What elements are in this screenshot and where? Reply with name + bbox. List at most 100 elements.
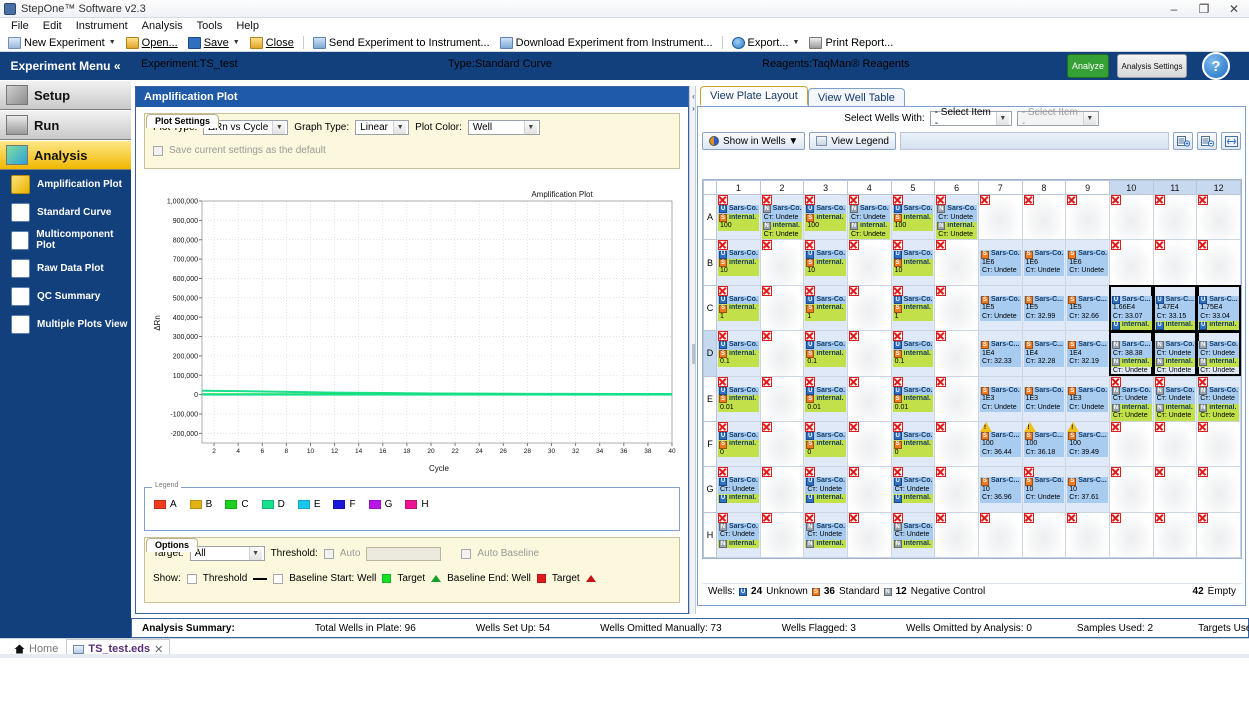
amplification-chart[interactable]: Amplification Plot -200,000-100,0000100,… <box>144 183 680 481</box>
sidebar-section-analysis[interactable]: Analysis <box>0 140 131 170</box>
plate-well[interactable]: !SSars-C...100Cт: 36.44 <box>978 421 1022 466</box>
plate-well[interactable] <box>1197 467 1241 512</box>
close-icon[interactable]: ✕ <box>1219 0 1249 18</box>
plate-well[interactable] <box>935 421 979 466</box>
send-experiment-button[interactable]: Send Experiment to Instrument... <box>309 36 494 50</box>
plate-well[interactable]: USars-Co.Sinternal.0.1 <box>717 331 761 376</box>
plate-well[interactable]: USars-Co.Sinternal.0.01 <box>804 376 848 421</box>
download-experiment-button[interactable]: Download Experiment from Instrument... <box>496 36 717 50</box>
plate-well[interactable] <box>1153 421 1197 466</box>
plot-settings-tab[interactable]: Plot Settings <box>146 113 219 127</box>
select-wells-dropdown-1[interactable]: - Select Item - ▼ <box>930 111 1012 126</box>
plate-row-header[interactable]: F <box>704 421 717 466</box>
plate-well[interactable]: NSars-Co.Cт: UndeteNinternal. <box>717 512 761 557</box>
plate-column-header[interactable]: 10 <box>1109 181 1153 195</box>
plate-well[interactable]: SSars-Co.1E3Cт: Undete <box>978 376 1022 421</box>
print-report-button[interactable]: Print Report... <box>805 36 897 50</box>
plate-well[interactable] <box>847 467 891 512</box>
plate-well[interactable] <box>1109 467 1153 512</box>
plate-well[interactable]: USars-Co.Sinternal.100 <box>891 195 935 240</box>
plate-well[interactable]: SSars-Co.1E3Cт: Undete <box>1022 376 1066 421</box>
export-button[interactable]: Export... ▼ <box>728 36 804 50</box>
sidebar-section-run[interactable]: Run <box>0 110 131 140</box>
plate-well[interactable] <box>1197 195 1241 240</box>
plate-well[interactable]: NSars-Co.Cт: UndeteNinternal. <box>804 512 848 557</box>
plate-well[interactable]: USars-Co.Sinternal.0 <box>891 421 935 466</box>
target-select[interactable]: All ▼ <box>190 546 265 561</box>
plate-well[interactable] <box>935 467 979 512</box>
baseline-start-checkbox[interactable] <box>273 574 283 584</box>
tab-view-plate-layout[interactable]: View Plate Layout <box>700 86 808 106</box>
plate-well[interactable] <box>935 285 979 330</box>
plate-well[interactable] <box>935 240 979 285</box>
plate-well[interactable] <box>1066 512 1110 557</box>
plate-well[interactable] <box>1022 512 1066 557</box>
plate-well[interactable] <box>1153 195 1197 240</box>
sidebar-item-amplification-plot[interactable]: Amplification Plot <box>0 170 131 198</box>
plate-well[interactable]: USars-Co.Sinternal.10 <box>804 240 848 285</box>
sidebar-item-standard-curve[interactable]: Standard Curve <box>0 198 131 226</box>
menu-tools[interactable]: Tools <box>190 19 230 33</box>
sidebar-item-qc-summary[interactable]: QC Summary <box>0 282 131 310</box>
plate-well[interactable]: SSars-C...1E5Cт: 32.99 <box>1022 285 1066 330</box>
plate-well[interactable]: USars-Co.Sinternal.0.1 <box>891 331 935 376</box>
plate-well[interactable] <box>1153 240 1197 285</box>
plate-well[interactable] <box>847 512 891 557</box>
plate-well[interactable]: USars-Co.Sinternal.1 <box>804 285 848 330</box>
plate-well[interactable]: USars-Co.Sinternal.0.01 <box>717 376 761 421</box>
plate-well[interactable]: SSars-C...10Cт: 37.61 <box>1066 467 1110 512</box>
save-button[interactable]: Save ▼ <box>184 36 244 50</box>
plate-column-header[interactable]: 6 <box>935 181 979 195</box>
plate-well[interactable] <box>847 331 891 376</box>
help-icon[interactable]: ? <box>1202 52 1230 80</box>
graph-type-select[interactable]: Linear ▼ <box>355 120 409 135</box>
experiment-menu-title[interactable]: Experiment Menu « <box>0 52 131 80</box>
plate-well[interactable] <box>847 376 891 421</box>
plot-color-select[interactable]: Well ▼ <box>468 120 540 135</box>
plate-well[interactable]: NSars-Co.Cт: UndeteNinternal.Cт: Undete <box>847 195 891 240</box>
plate-well[interactable]: NSars-Co.Cт: UndeteNinternal.Cт: Undete <box>1109 376 1153 421</box>
plate-well[interactable]: SSars-Co.10Cт: Undete <box>1022 467 1066 512</box>
menu-instrument[interactable]: Instrument <box>69 19 135 33</box>
threshold-input[interactable] <box>366 547 441 561</box>
plate-well[interactable] <box>1153 467 1197 512</box>
plate-well[interactable]: SSars-Co.1E6Cт: Undete <box>978 240 1022 285</box>
sidebar-collapse-button[interactable]: « <box>0 700 131 722</box>
plate-well[interactable]: SSars-C...10Cт: 36.96 <box>978 467 1022 512</box>
plate-row-header[interactable]: E <box>704 376 717 421</box>
plate-grid[interactable]: 123456789101112AUSars-Co.Sinternal.100NS… <box>702 179 1242 559</box>
plate-well[interactable]: USars-Co.Sinternal.0.01 <box>891 376 935 421</box>
plate-well[interactable]: USars-Co.Sinternal.0.1 <box>804 331 848 376</box>
plate-well[interactable] <box>1153 512 1197 557</box>
plate-well[interactable] <box>1109 512 1153 557</box>
plate-well[interactable] <box>1066 195 1110 240</box>
plate-well[interactable]: SSars-C...1E5Cт: 32.66 <box>1066 285 1110 330</box>
panel-splitter[interactable]: ‹ › <box>689 86 696 614</box>
plate-well[interactable] <box>935 512 979 557</box>
plate-well[interactable]: USars-Co.Sinternal.0 <box>804 421 848 466</box>
plate-well[interactable]: SSars-Co.1E6Cт: Undete <box>1066 240 1110 285</box>
close-button[interactable]: Close <box>246 36 298 50</box>
plate-well[interactable]: SSars-C...1E4Cт: 32.28 <box>1022 331 1066 376</box>
menu-analysis[interactable]: Analysis <box>135 19 190 33</box>
plate-row-header[interactable]: B <box>704 240 717 285</box>
plate-well[interactable]: USars-Co.Sinternal.10 <box>891 240 935 285</box>
plate-well[interactable] <box>1109 421 1153 466</box>
plate-well[interactable] <box>847 240 891 285</box>
show-threshold-checkbox[interactable] <box>187 574 197 584</box>
auto-threshold-checkbox[interactable] <box>324 549 334 559</box>
plate-well[interactable]: NSars-Co.Cт: UndeteNinternal.Cт: Undete <box>760 195 804 240</box>
plate-well[interactable]: USars-Co.Sinternal.0 <box>717 421 761 466</box>
plate-well[interactable] <box>1109 240 1153 285</box>
sidebar-section-setup[interactable]: Setup <box>0 80 131 110</box>
plate-well[interactable] <box>847 285 891 330</box>
plate-well[interactable] <box>847 421 891 466</box>
menu-help[interactable]: Help <box>229 19 266 33</box>
plate-column-header[interactable]: 12 <box>1197 181 1241 195</box>
plate-well[interactable] <box>760 421 804 466</box>
plate-well[interactable]: USars-Co.Sinternal.1 <box>891 285 935 330</box>
plate-row-header[interactable]: D <box>704 331 717 376</box>
save-default-checkbox[interactable] <box>153 146 163 156</box>
plate-row-header[interactable]: A <box>704 195 717 240</box>
plate-well[interactable] <box>760 331 804 376</box>
